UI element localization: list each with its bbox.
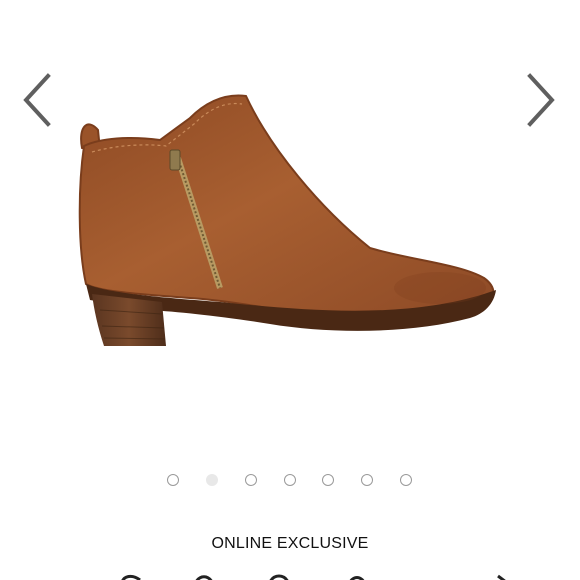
carousel-dot[interactable] (167, 474, 179, 486)
chevron-right-icon (527, 73, 555, 127)
previous-image-button[interactable] (20, 72, 54, 128)
carousel-pagination (0, 474, 580, 490)
carousel-dot[interactable] (284, 474, 296, 486)
carousel-dot-active[interactable] (206, 474, 218, 486)
product-image (78, 94, 496, 346)
product-title-cropped (121, 574, 506, 580)
carousel-dot[interactable] (400, 474, 412, 486)
carousel-dot[interactable] (322, 474, 334, 486)
product-image-carousel[interactable] (0, 0, 580, 520)
chevron-left-icon (23, 73, 51, 127)
online-exclusive-badge: ONLINE EXCLUSIVE (211, 535, 369, 552)
carousel-dot[interactable] (245, 474, 257, 486)
carousel-dot[interactable] (361, 474, 373, 486)
next-image-button[interactable] (524, 72, 558, 128)
